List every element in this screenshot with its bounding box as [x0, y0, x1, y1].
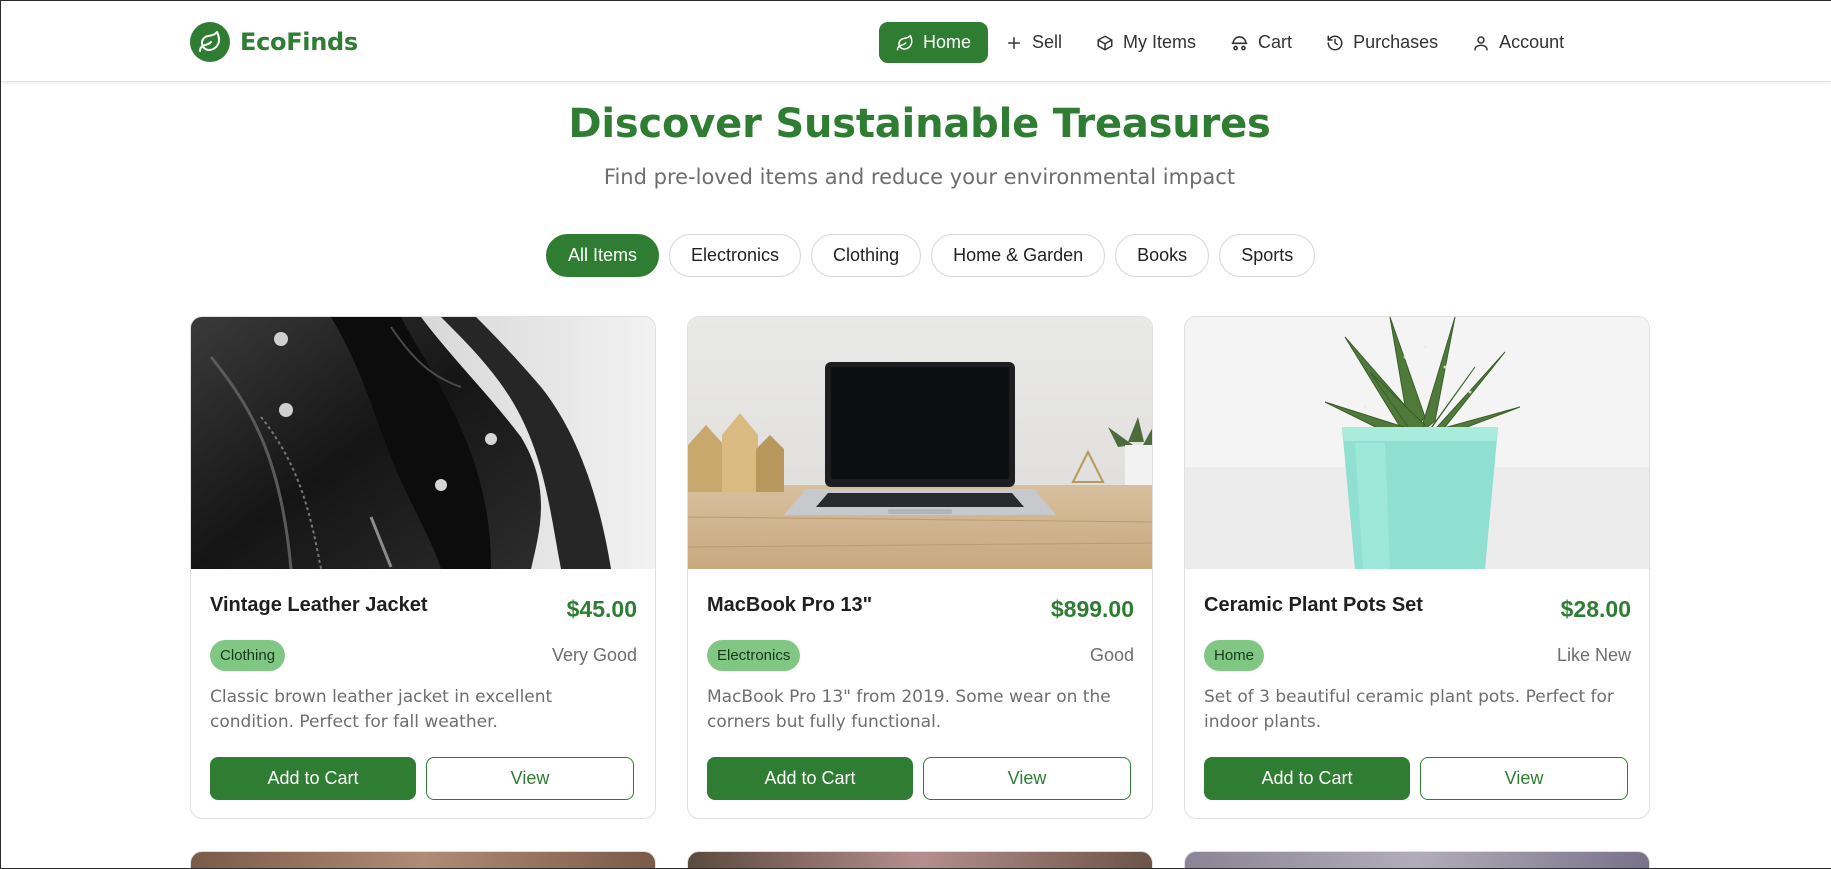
nav-my-items[interactable]: My Items: [1079, 22, 1213, 63]
plus-icon: [1008, 36, 1021, 49]
cart-icon: [1231, 36, 1248, 51]
add-to-cart-button[interactable]: Add to Cart: [210, 757, 416, 800]
product-image[interactable]: [688, 317, 1152, 569]
nav-account[interactable]: Account: [1455, 22, 1581, 63]
category-badge: Home: [1204, 640, 1265, 671]
category-badge: Electronics: [707, 640, 801, 671]
nav-sell-label: Sell: [1032, 32, 1063, 52]
filter-books[interactable]: Books: [1115, 234, 1210, 277]
nav-home-label: Home: [923, 32, 972, 52]
top-navbar: EcoFinds Home Sell My Items Cart Purchas…: [1, 1, 1831, 82]
product-price: $899.00: [1050, 596, 1134, 622]
brand-name: EcoFinds: [240, 28, 358, 56]
product-condition: Like New: [1556, 645, 1631, 665]
leaf-icon: [896, 34, 913, 50]
view-button[interactable]: View: [426, 757, 634, 800]
product-card: Ceramic Plant Pots Set $28.00 Home Like …: [1184, 316, 1650, 819]
product-price: $28.00: [1560, 596, 1631, 622]
nav-home[interactable]: Home: [879, 22, 989, 63]
product-description: MacBook Pro 13" from 2019. Some wear on …: [707, 687, 1111, 732]
nav-purchases[interactable]: Purchases: [1309, 22, 1455, 63]
view-button[interactable]: View: [923, 757, 1131, 800]
filter-clothing[interactable]: Clothing: [811, 234, 922, 277]
brand[interactable]: EcoFinds: [190, 22, 358, 62]
nav-sell[interactable]: Sell: [988, 22, 1079, 63]
page-title: Discover Sustainable Treasures: [568, 101, 1271, 147]
page-subtitle: Find pre-loved items and reduce your env…: [603, 165, 1236, 189]
view-button[interactable]: View: [1420, 757, 1628, 800]
nav-account-label: Account: [1499, 32, 1565, 52]
filter-electronics[interactable]: Electronics: [669, 234, 802, 277]
category-filters: All Items Electronics Clothing Home & Ga…: [546, 234, 1316, 277]
product-price: $45.00: [566, 596, 637, 622]
product-condition: Good: [1089, 645, 1134, 665]
product-description: Classic brown leather jacket in excellen…: [210, 687, 553, 732]
nav-purchases-label: Purchases: [1353, 32, 1439, 52]
product-condition: Very Good: [551, 645, 637, 665]
main-nav: Home Sell My Items Cart Purchases Accoun…: [879, 22, 1581, 63]
product-image[interactable]: [191, 317, 655, 569]
box-icon: [1097, 35, 1113, 50]
product-name[interactable]: Vintage Leather Jacket: [210, 594, 428, 617]
product-name[interactable]: Ceramic Plant Pots Set: [1204, 594, 1423, 617]
product-name[interactable]: MacBook Pro 13": [707, 594, 872, 617]
product-description: Set of 3 beautiful ceramic plant pots. P…: [1204, 687, 1614, 732]
filter-home-garden[interactable]: Home & Garden: [931, 234, 1106, 277]
product-card: MacBook Pro 13" $899.00 Electronics Good…: [687, 316, 1153, 819]
filter-all-items[interactable]: All Items: [546, 234, 660, 277]
nav-my-items-label: My Items: [1123, 32, 1197, 52]
history-icon: [1327, 35, 1343, 50]
product-card-partial[interactable]: [687, 851, 1153, 868]
add-to-cart-button[interactable]: Add to Cart: [1204, 757, 1410, 800]
add-to-cart-button[interactable]: Add to Cart: [707, 757, 913, 800]
leaf-icon: [190, 22, 230, 62]
product-image[interactable]: [1185, 317, 1649, 569]
product-card-partial[interactable]: [1184, 851, 1650, 868]
nav-cart-label: Cart: [1258, 32, 1293, 52]
product-card-partial[interactable]: [190, 851, 656, 868]
filter-sports[interactable]: Sports: [1219, 234, 1316, 277]
category-badge: Clothing: [210, 640, 286, 671]
app-window: EcoFinds Home Sell My Items Cart Purchas…: [0, 0, 1831, 869]
product-card: Vintage Leather Jacket $45.00 Clothing V…: [190, 316, 656, 819]
user-icon: [1474, 35, 1488, 50]
nav-cart[interactable]: Cart: [1213, 22, 1309, 63]
